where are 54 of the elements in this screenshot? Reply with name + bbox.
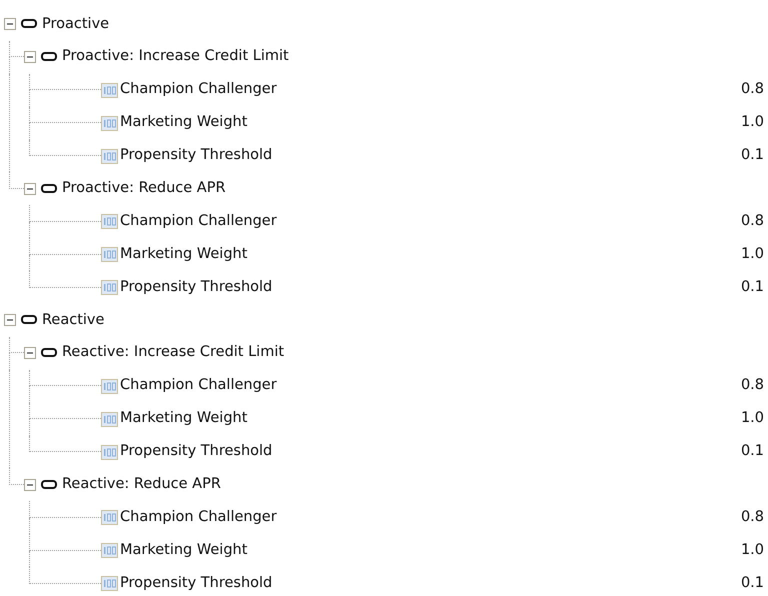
property-value: 0.8 (740, 508, 765, 527)
number-field-icon (101, 543, 118, 558)
rounded-rect-icon (41, 480, 57, 490)
node-label[interactable]: Reactive: Increase Credit Limit (62, 342, 284, 364)
property-value: 1.0 (740, 409, 765, 428)
node-label[interactable]: Reactive (42, 310, 104, 332)
collapse-icon[interactable] (4, 314, 16, 326)
collapse-icon[interactable] (24, 51, 36, 64)
node-label[interactable]: Proactive (42, 14, 110, 36)
collapse-icon[interactable] (24, 347, 36, 360)
node-label[interactable]: Proactive: Increase Credit Limit (62, 46, 289, 68)
property-label: Propensity Threshold (120, 574, 272, 593)
property-value: 0.1 (740, 574, 765, 593)
property-label: Champion Challenger (120, 212, 277, 231)
number-field-icon (101, 214, 118, 230)
property-value: 1.0 (740, 244, 765, 264)
property-value: 0.1 (740, 442, 765, 462)
collapse-icon[interactable] (24, 182, 36, 195)
property-label: Marketing Weight (120, 540, 248, 560)
number-field-icon (101, 510, 118, 526)
property-label: Champion Challenger (120, 376, 277, 396)
property-value: 0.1 (740, 146, 765, 166)
number-field-icon (101, 444, 118, 460)
property-label: Propensity Threshold (120, 278, 272, 297)
rounded-rect-icon (21, 315, 37, 326)
property-value: 1.0 (740, 113, 765, 132)
node-label[interactable]: Proactive: Reduce APR (62, 178, 226, 200)
number-field-icon (101, 378, 118, 394)
collapse-icon[interactable] (4, 18, 16, 30)
number-field-icon (101, 412, 118, 427)
property-value: 0.1 (740, 278, 765, 297)
number-field-icon (101, 247, 118, 262)
property-value: 0.8 (740, 212, 765, 231)
number-field-icon (101, 148, 118, 164)
rounded-rect-icon (41, 184, 57, 194)
property-label: Propensity Threshold (120, 146, 272, 166)
collapse-icon[interactable] (24, 478, 36, 491)
number-field-icon (101, 82, 118, 98)
rounded-rect-icon (41, 52, 57, 62)
number-field-icon (101, 576, 118, 592)
property-label: Champion Challenger (120, 80, 277, 100)
property-value: 0.8 (740, 376, 765, 396)
property-label: Marketing Weight (120, 409, 248, 428)
rounded-rect-icon (21, 19, 37, 30)
property-label: Marketing Weight (120, 244, 248, 264)
number-field-icon (101, 116, 118, 131)
node-label[interactable]: Reactive: Reduce APR (62, 474, 221, 496)
property-value: 0.8 (740, 80, 765, 100)
property-label: Champion Challenger (120, 508, 277, 527)
property-label: Propensity Threshold (120, 442, 272, 462)
number-field-icon (101, 280, 118, 296)
property-value: 1.0 (740, 540, 765, 560)
property-label: Marketing Weight (120, 113, 248, 132)
rounded-rect-icon (41, 348, 57, 358)
